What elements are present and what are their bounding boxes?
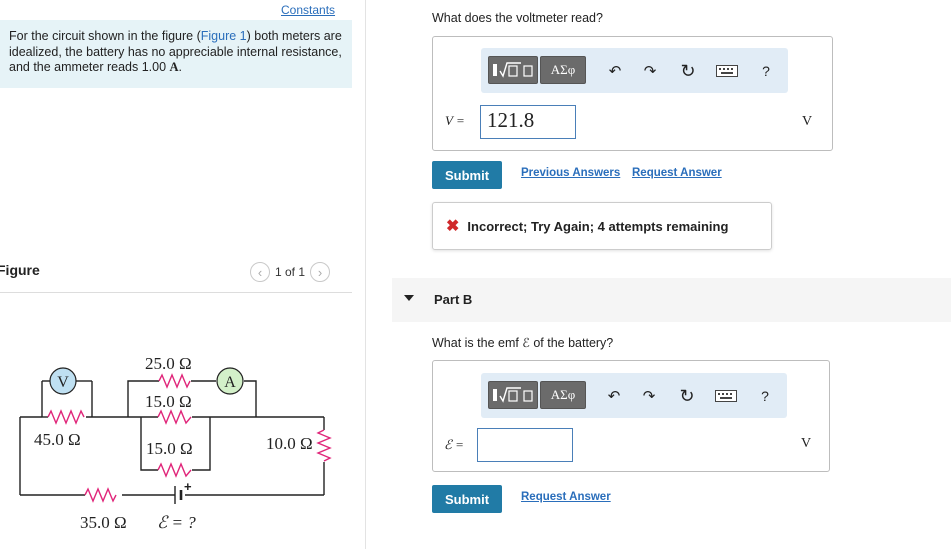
r-left-label: 45.0 Ω (34, 430, 81, 449)
sqrt-template-icon (493, 387, 533, 403)
partA-unit: V (802, 114, 813, 129)
r-right-label: 10.0 Ω (266, 434, 313, 453)
partB-request-answer-link[interactable]: Request Answer (521, 491, 611, 503)
partB-answer-input[interactable] (477, 428, 573, 462)
previous-answers-link[interactable]: Previous Answers (521, 167, 620, 179)
figure-link[interactable]: Figure 1 (201, 29, 247, 43)
feedback-message: ✖ Incorrect; Try Again; 4 attempts remai… (432, 202, 772, 250)
r-mid-lower-label: 15.0 Ω (146, 439, 193, 458)
feedback-text: Incorrect; Try Again; 4 attempts remaini… (467, 218, 729, 234)
reset-icon[interactable]: ↻ (677, 386, 697, 406)
partB-label: Part B (434, 292, 473, 307)
redo-icon[interactable]: ↷ (639, 386, 659, 406)
keyboard-icon[interactable] (714, 61, 740, 81)
greek-symbols-button[interactable]: ΑΣφ (540, 381, 586, 409)
battery-plus: + (184, 479, 192, 494)
partA-request-answer-link[interactable]: Request Answer (632, 167, 722, 179)
emf-label: ℰ = ? (157, 513, 196, 532)
figure-title: Figure (0, 262, 40, 278)
keyboard-icon[interactable] (713, 386, 739, 406)
problem-text-end: . (178, 60, 183, 74)
constants-link[interactable]: Constants (281, 3, 335, 17)
incorrect-icon: ✖ (446, 218, 460, 235)
undo-icon[interactable]: ↶ (604, 386, 624, 406)
circuit-diagram: V A + 25.0 Ω 15.0 Ω 15.0 Ω 45.0 Ω 10.0 Ω… (19, 354, 332, 532)
prev-figure-button[interactable]: ‹ (250, 262, 270, 282)
partB-question: What is the emf ℰ of the battery? (432, 336, 614, 350)
partB-math-toolbar: ΑΣφ ↶ ↷ ↻ ? (481, 373, 787, 418)
r-mid-upper-label: 15.0 Ω (145, 392, 192, 411)
ammeter-label: A (224, 374, 236, 391)
divider (0, 292, 352, 293)
templates-button[interactable] (488, 56, 538, 84)
problem-panel: Constants For the circuit shown in the f… (0, 0, 366, 549)
partA-submit-button[interactable]: Submit (432, 161, 502, 189)
figure-page-indicator: 1 of 1 (275, 265, 306, 279)
r-top-label: 25.0 Ω (145, 354, 192, 373)
partA-variable-label: V = (445, 113, 465, 128)
partB-submit-button[interactable]: Submit (432, 485, 502, 513)
greek-symbols-button[interactable]: ΑΣφ (540, 56, 586, 84)
templates-button[interactable] (488, 381, 538, 409)
reset-icon[interactable]: ↻ (678, 61, 698, 81)
problem-text-pre: For the circuit shown in the figure ( (9, 29, 201, 43)
redo-icon[interactable]: ↷ (640, 61, 660, 81)
voltmeter-label: V (57, 374, 69, 391)
problem-unit: A (169, 60, 179, 74)
partB-variable-label: ℰ = (444, 437, 464, 452)
partB-unit: V (801, 436, 812, 451)
battery-icon (174, 486, 183, 504)
partA-math-toolbar: ΑΣφ ↶ ↷ ↻ ? (481, 48, 788, 93)
partA-question: What does the voltmeter read? (432, 11, 603, 25)
sqrt-template-icon (493, 62, 533, 78)
collapse-triangle-icon[interactable] (404, 295, 414, 301)
figure-pager: ‹ 1 of 1 › (250, 262, 331, 282)
partB-header[interactable] (392, 278, 951, 322)
help-icon[interactable]: ? (755, 386, 775, 406)
undo-icon[interactable]: ↶ (605, 61, 625, 81)
help-icon[interactable]: ? (756, 61, 776, 81)
next-figure-button[interactable]: › (310, 262, 331, 282)
problem-statement: For the circuit shown in the figure (Fig… (0, 20, 352, 88)
r-bottom-label: 35.0 Ω (80, 513, 127, 532)
partA-answer-input[interactable]: 121.8 (480, 105, 576, 139)
